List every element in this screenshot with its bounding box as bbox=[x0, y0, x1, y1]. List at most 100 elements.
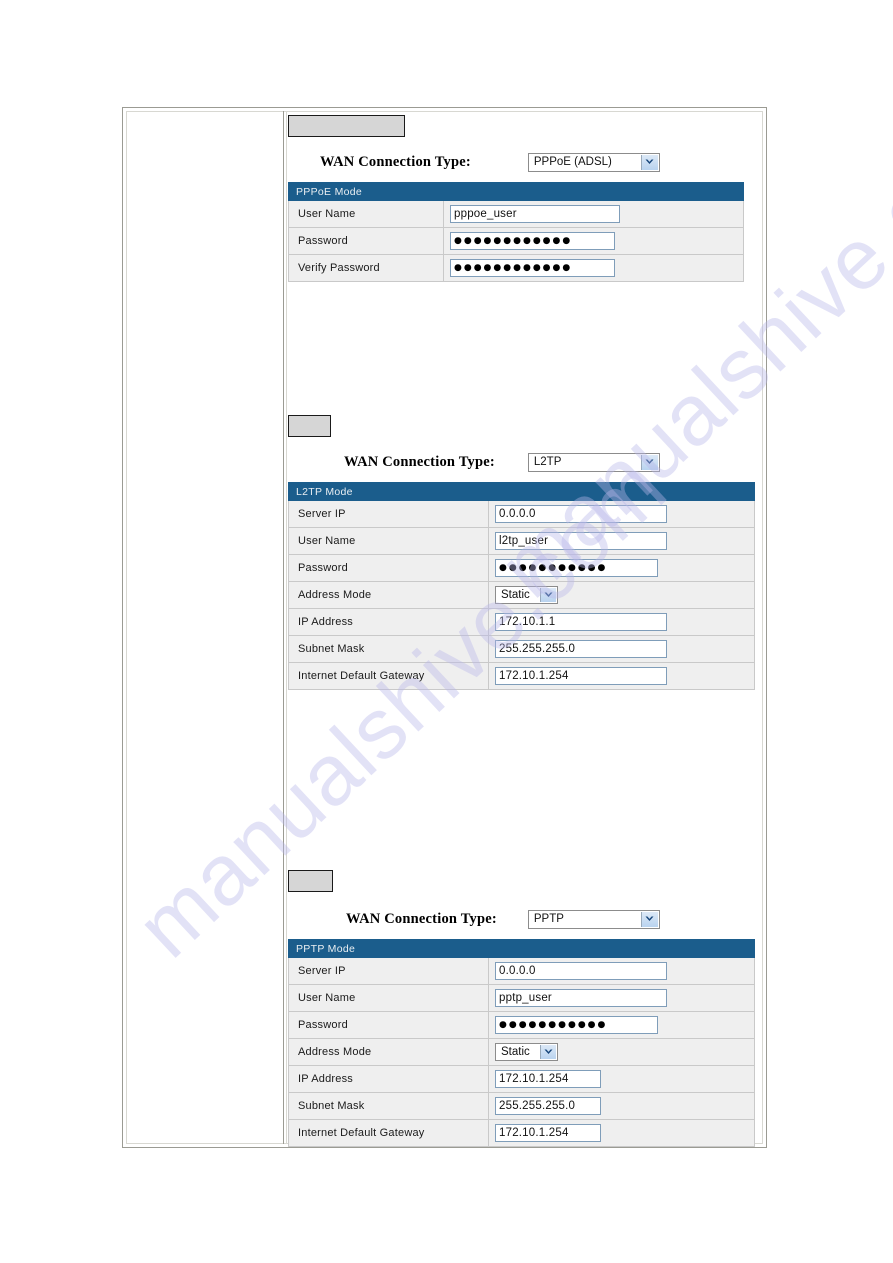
wan-connection-type-row-l2tp: WAN Connection Type: L2TP bbox=[288, 447, 758, 477]
row-value-user-name: pptp_user bbox=[488, 984, 755, 1012]
subnet-mask-input[interactable]: 255.255.255.0 bbox=[495, 1097, 601, 1115]
figure-caption-box-pppoe bbox=[288, 115, 405, 137]
row-label-user-name: User Name bbox=[288, 527, 489, 555]
table-row: Server IP 0.0.0.0 bbox=[288, 957, 755, 985]
row-label-user-name: User Name bbox=[288, 984, 489, 1012]
password-mask: ●●●●●●●●●●● bbox=[499, 562, 608, 573]
address-mode-select[interactable]: Static bbox=[495, 586, 558, 604]
wan-connection-type-value: PPTP bbox=[533, 913, 564, 925]
row-value-password: ●●●●●●●●●●●● bbox=[443, 227, 744, 255]
section-pptp: WAN Connection Type: PPTP PPTP Mode Serv… bbox=[288, 870, 758, 1147]
row-label-subnet-mask: Subnet Mask bbox=[288, 1092, 489, 1120]
table-row: Internet Default Gateway 172.10.1.254 bbox=[288, 1119, 755, 1147]
wan-connection-type-select-l2tp[interactable]: L2TP bbox=[527, 452, 660, 472]
panel-title-pppoe: PPPoE Mode bbox=[288, 182, 744, 201]
password-mask: ●●●●●●●●●●● bbox=[499, 1019, 608, 1030]
chevron-down-icon[interactable] bbox=[540, 1045, 556, 1059]
wan-connection-type-row-pppoe: WAN Connection Type: PPPoE (ADSL) bbox=[288, 147, 758, 177]
table-row: IP Address 172.10.1.1 bbox=[288, 608, 755, 636]
row-value-verify-password: ●●●●●●●●●●●● bbox=[443, 254, 744, 282]
row-label-password: Password bbox=[288, 1011, 489, 1039]
row-value-internet-default-gateway: 172.10.1.254 bbox=[488, 1119, 755, 1147]
row-value-address-mode: Static bbox=[488, 581, 755, 609]
row-value-password: ●●●●●●●●●●● bbox=[488, 1011, 755, 1039]
pptp-mode-panel: PPTP Mode Server IP 0.0.0.0 User Name pp… bbox=[288, 939, 755, 1147]
address-mode-value: Static bbox=[501, 1046, 530, 1058]
server-ip-input[interactable]: 0.0.0.0 bbox=[495, 962, 667, 980]
password-mask: ●●●●●●●●●●●● bbox=[454, 235, 573, 246]
table-row: Verify Password ●●●●●●●●●●●● bbox=[288, 254, 744, 282]
row-label-internet-default-gateway: Internet Default Gateway bbox=[288, 662, 489, 690]
row-value-server-ip: 0.0.0.0 bbox=[488, 957, 755, 985]
internet-default-gateway-input[interactable]: 172.10.1.254 bbox=[495, 1124, 601, 1142]
panel-header-row: L2TP Mode bbox=[288, 482, 755, 501]
row-value-subnet-mask: 255.255.255.0 bbox=[488, 1092, 755, 1120]
internet-default-gateway-input[interactable]: 172.10.1.254 bbox=[495, 667, 667, 685]
wan-connection-type-label: WAN Connection Type: bbox=[346, 910, 497, 927]
table-row: Internet Default Gateway 172.10.1.254 bbox=[288, 662, 755, 690]
row-value-ip-address: 172.10.1.1 bbox=[488, 608, 755, 636]
chevron-down-icon[interactable] bbox=[640, 454, 658, 470]
wan-connection-type-select-pptp[interactable]: PPTP bbox=[527, 909, 660, 929]
table-row: User Name pppoe_user bbox=[288, 200, 744, 228]
row-value-password: ●●●●●●●●●●● bbox=[488, 554, 755, 582]
wan-connection-type-select-pppoe[interactable]: PPPoE (ADSL) bbox=[527, 152, 660, 172]
ip-address-input[interactable]: 172.10.1.254 bbox=[495, 1070, 601, 1088]
row-value-internet-default-gateway: 172.10.1.254 bbox=[488, 662, 755, 690]
password-input[interactable]: ●●●●●●●●●●●● bbox=[450, 232, 615, 250]
chevron-down-icon[interactable] bbox=[640, 154, 658, 170]
figure-caption-box-pptp bbox=[288, 870, 333, 892]
user-name-input[interactable]: l2tp_user bbox=[495, 532, 667, 550]
l2tp-mode-panel: L2TP Mode Server IP 0.0.0.0 User Name l2… bbox=[288, 482, 755, 690]
row-value-address-mode: Static bbox=[488, 1038, 755, 1066]
row-value-subnet-mask: 255.255.255.0 bbox=[488, 635, 755, 663]
table-row: Subnet Mask 255.255.255.0 bbox=[288, 635, 755, 663]
wan-connection-type-row-pptp: WAN Connection Type: PPTP bbox=[288, 904, 758, 934]
row-label-ip-address: IP Address bbox=[288, 1065, 489, 1093]
ip-address-input[interactable]: 172.10.1.1 bbox=[495, 613, 667, 631]
wan-connection-type-label: WAN Connection Type: bbox=[320, 153, 471, 170]
chevron-down-icon[interactable] bbox=[540, 588, 556, 602]
server-ip-input[interactable]: 0.0.0.0 bbox=[495, 505, 667, 523]
wan-connection-type-value: PPPoE (ADSL) bbox=[533, 156, 612, 168]
section-l2tp: WAN Connection Type: L2TP L2TP Mode Serv… bbox=[288, 415, 758, 690]
table-row: User Name l2tp_user bbox=[288, 527, 755, 555]
row-value-user-name: l2tp_user bbox=[488, 527, 755, 555]
table-row: Password ●●●●●●●●●●●● bbox=[288, 227, 744, 255]
row-label-server-ip: Server IP bbox=[288, 500, 489, 528]
row-value-ip-address: 172.10.1.254 bbox=[488, 1065, 755, 1093]
table-row: Address Mode Static bbox=[288, 581, 755, 609]
pppoe-mode-panel: PPPoE Mode User Name pppoe_user Password… bbox=[288, 182, 744, 282]
row-value-server-ip: 0.0.0.0 bbox=[488, 500, 755, 528]
row-label-internet-default-gateway: Internet Default Gateway bbox=[288, 1119, 489, 1147]
address-mode-select[interactable]: Static bbox=[495, 1043, 558, 1061]
row-label-subnet-mask: Subnet Mask bbox=[288, 635, 489, 663]
user-name-input[interactable]: pptp_user bbox=[495, 989, 667, 1007]
wan-connection-type-value: L2TP bbox=[533, 456, 562, 468]
table-row: IP Address 172.10.1.254 bbox=[288, 1065, 755, 1093]
password-input[interactable]: ●●●●●●●●●●● bbox=[495, 559, 658, 577]
table-row: Server IP 0.0.0.0 bbox=[288, 500, 755, 528]
row-label-ip-address: IP Address bbox=[288, 608, 489, 636]
panel-header-row: PPPoE Mode bbox=[288, 182, 744, 201]
row-label-server-ip: Server IP bbox=[288, 957, 489, 985]
table-row: User Name pptp_user bbox=[288, 984, 755, 1012]
row-label-address-mode: Address Mode bbox=[288, 581, 489, 609]
section-pppoe: WAN Connection Type: PPPoE (ADSL) PPPoE … bbox=[288, 115, 758, 282]
table-row: Address Mode Static bbox=[288, 1038, 755, 1066]
column-divider-inner bbox=[286, 111, 287, 1144]
wan-connection-type-label: WAN Connection Type: bbox=[344, 453, 495, 470]
verify-password-input[interactable]: ●●●●●●●●●●●● bbox=[450, 259, 615, 277]
subnet-mask-input[interactable]: 255.255.255.0 bbox=[495, 640, 667, 658]
password-input[interactable]: ●●●●●●●●●●● bbox=[495, 1016, 658, 1034]
row-label-password: Password bbox=[288, 554, 489, 582]
panel-title-l2tp: L2TP Mode bbox=[288, 482, 755, 501]
row-label-password: Password bbox=[288, 227, 444, 255]
column-divider bbox=[283, 111, 284, 1144]
table-row: Password ●●●●●●●●●●● bbox=[288, 1011, 755, 1039]
row-label-address-mode: Address Mode bbox=[288, 1038, 489, 1066]
chevron-down-icon[interactable] bbox=[640, 911, 658, 927]
user-name-input[interactable]: pppoe_user bbox=[450, 205, 620, 223]
row-label-verify-password: Verify Password bbox=[288, 254, 444, 282]
row-label-user-name: User Name bbox=[288, 200, 444, 228]
